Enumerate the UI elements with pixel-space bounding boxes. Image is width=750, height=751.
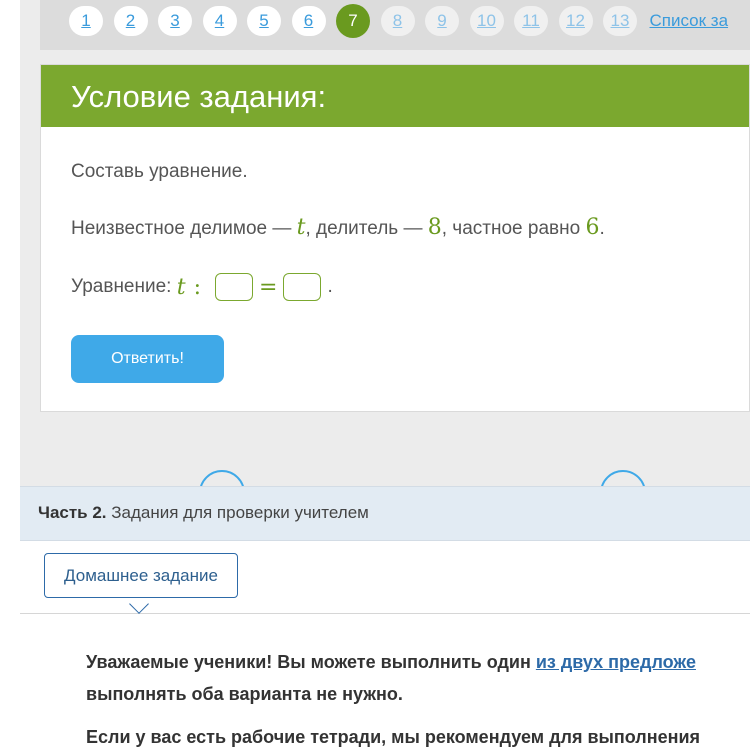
left-margin xyxy=(0,0,20,751)
quotient-answer-input[interactable] xyxy=(283,273,322,301)
info-paragraph-1: Уважаемые ученики! Вы можете выполнить о… xyxy=(86,652,696,673)
task-instruction: Составь уравнение. xyxy=(71,161,248,182)
equation-variable: t xyxy=(176,274,186,300)
divisor-answer-input[interactable] xyxy=(215,273,253,301)
task-pager: 1 2 3 4 5 6 7 8 9 10 11 12 13 Список за xyxy=(69,4,728,38)
condition-end: . xyxy=(599,218,605,239)
task-title: Условие задания: xyxy=(41,65,749,127)
page-link-8[interactable]: 8 xyxy=(380,6,415,36)
condition-quotient-text: , частное равно xyxy=(441,218,586,239)
condition-divisor: 8 xyxy=(427,215,442,240)
condition-prefix: Неизвестное делимое — xyxy=(71,218,297,239)
page-link-7-current[interactable]: 7 xyxy=(336,4,370,38)
info-paragraph-3: Если у вас есть рабочие тетради, мы реко… xyxy=(86,727,701,747)
condition-variable: t xyxy=(296,215,306,240)
submit-answer-button[interactable]: Ответить! xyxy=(71,335,224,383)
info-paragraph-2: выполнять оба варианта не нужно. xyxy=(86,684,403,704)
equation-end: . xyxy=(327,276,333,297)
task-pager-bar: 1 2 3 4 5 6 7 8 9 10 11 12 13 Список за xyxy=(40,0,750,50)
part2-text: Задания для проверки учителем xyxy=(106,503,369,522)
equation-row: Уравнение: t : = . xyxy=(71,273,333,301)
page-link-9[interactable]: 9 xyxy=(425,6,459,36)
condition-divisor-text: , делитель — xyxy=(305,218,428,239)
equation-equals-sign: = xyxy=(259,274,278,300)
page-link-1[interactable]: 1 xyxy=(69,6,103,36)
equation-div-sign: : xyxy=(193,274,201,300)
info-text-1: Уважаемые ученики! Вы можете выполнить о… xyxy=(86,652,536,672)
page-link-10[interactable]: 10 xyxy=(469,6,504,36)
info-variants-link[interactable]: из двух предложе xyxy=(536,652,696,672)
equation-label: Уравнение: xyxy=(71,276,177,297)
part2-label: Часть 2. xyxy=(38,503,107,522)
page-link-12[interactable]: 12 xyxy=(558,6,593,36)
homework-tab-bar: Домашнее задание xyxy=(20,541,750,614)
task-condition: Неизвестное делимое — t, делитель — 8, ч… xyxy=(71,215,605,240)
task-card: Условие задания: Составь уравнение. Неиз… xyxy=(40,64,750,412)
page-link-11[interactable]: 11 xyxy=(514,6,548,36)
condition-quotient: 6 xyxy=(585,215,600,240)
page-link-6[interactable]: 6 xyxy=(291,6,326,36)
page-link-2[interactable]: 2 xyxy=(113,6,148,36)
task-list-link[interactable]: Список за xyxy=(650,11,729,31)
part2-header: Часть 2. Задания для проверки учителем xyxy=(20,486,750,541)
homework-tab[interactable]: Домашнее задание xyxy=(44,553,238,598)
page-link-5[interactable]: 5 xyxy=(247,6,281,36)
page-link-4[interactable]: 4 xyxy=(202,6,237,36)
page-link-13[interactable]: 13 xyxy=(603,6,637,36)
page-link-3[interactable]: 3 xyxy=(158,6,192,36)
homework-info: Уважаемые ученики! Вы можете выполнить о… xyxy=(20,614,750,751)
